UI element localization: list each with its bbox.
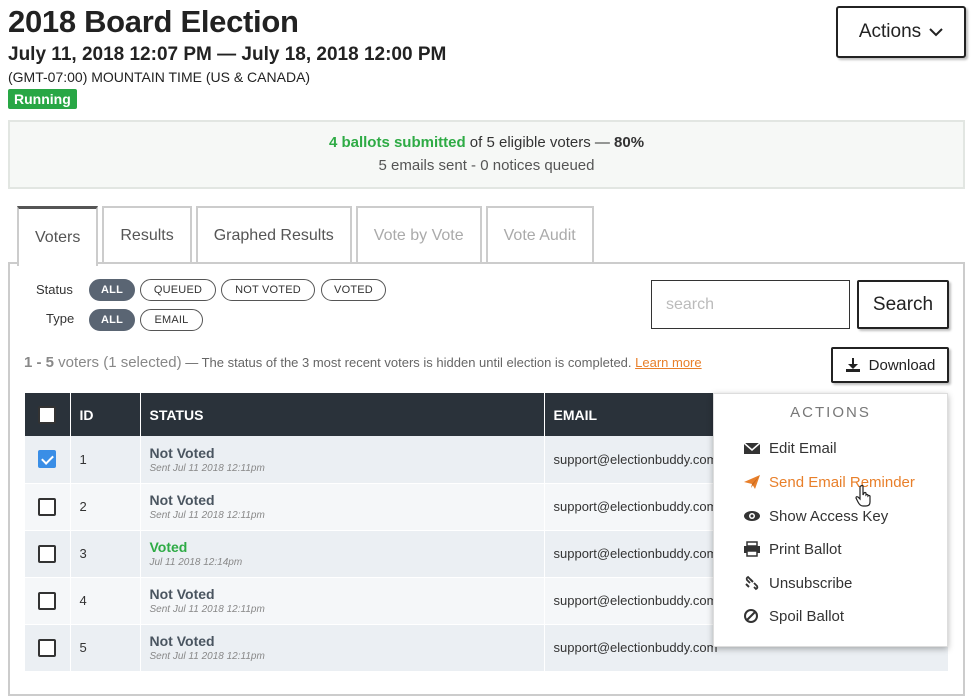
type-filter-email[interactable]: EMAIL: [140, 309, 203, 331]
search-input[interactable]: [651, 280, 850, 329]
download-icon: [845, 358, 860, 372]
hand-cursor-icon: [855, 484, 871, 507]
status-filter-all[interactable]: ALL: [89, 279, 135, 301]
menu-item-label: Edit Email: [769, 439, 837, 457]
eligible-voters: of 5 eligible voters —: [465, 134, 615, 151]
status-filter-voted[interactable]: VOTED: [321, 279, 386, 301]
status-filter-not-voted[interactable]: NOT VOTED: [221, 279, 315, 301]
download-button[interactable]: Download: [831, 347, 949, 383]
chevron-down-icon: [929, 28, 943, 37]
printer-icon: [744, 541, 760, 557]
tab-vote-by-vote: Vote by Vote: [355, 206, 482, 264]
tab-results[interactable]: Results: [102, 206, 192, 264]
voter-range: 1 - 5: [24, 354, 55, 371]
actions-dropdown-menu: ACTIONS Edit Email Send Email Reminder S…: [713, 393, 948, 647]
status-filter-label: Status: [36, 282, 73, 297]
type-filter-all[interactable]: ALL: [89, 309, 135, 331]
row-checkbox[interactable]: [38, 638, 57, 657]
type-filter-label: Type: [46, 311, 75, 326]
voter-id: 1: [70, 436, 141, 484]
voter-status-date: Jul 11 2018 12:14pm: [149, 557, 243, 568]
tab-bar: Voters Results Graphed Results Vote by V…: [17, 206, 598, 266]
ballot-summary: 4 ballots submitted of 5 eligible voters…: [8, 120, 965, 189]
voter-count: voters (1 selected): [54, 354, 182, 371]
voter-status-date: Sent Jul 11 2018 12:11pm: [149, 510, 265, 521]
paper-plane-icon: [744, 475, 760, 489]
menu-item-label: Spoil Ballot: [769, 607, 845, 625]
search-button[interactable]: Search: [857, 280, 949, 329]
turnout-percent: 80%: [614, 134, 645, 151]
menu-item-send-email-reminder[interactable]: Send Email Reminder: [743, 470, 915, 494]
voter-status-date: Sent Jul 11 2018 12:11pm: [149, 462, 265, 474]
menu-item-label: Unsubscribe: [769, 574, 853, 592]
voter-id: 4: [70, 577, 141, 625]
voter-id: 2: [70, 483, 141, 531]
menu-item-edit-email[interactable]: Edit Email: [743, 436, 837, 460]
menu-item-spoil-ballot[interactable]: Spoil Ballot: [743, 604, 844, 628]
page-title: 2018 Board Election: [8, 4, 299, 39]
voter-status: Not Voted: [149, 492, 215, 508]
menu-item-unsubscribe[interactable]: Unsubscribe: [743, 571, 852, 595]
ballots-submitted: 4 ballots submitted: [328, 134, 466, 151]
voter-status: Voted: [149, 539, 188, 555]
row-checkbox[interactable]: [38, 450, 57, 469]
row-checkbox[interactable]: [38, 591, 57, 610]
voter-id: 5: [70, 624, 141, 672]
voter-status: Not Voted: [149, 586, 215, 602]
voter-id: 3: [70, 530, 141, 578]
election-timezone: (GMT-07:00) MOUNTAIN TIME (US & CANADA): [8, 69, 311, 85]
envelope-icon: [743, 442, 761, 454]
column-header-id[interactable]: ID: [70, 393, 141, 436]
menu-item-label: Print Ballot: [769, 540, 842, 558]
voter-status-date: Sent Jul 11 2018 12:11pm: [149, 651, 265, 662]
select-all-checkbox[interactable]: [38, 405, 57, 424]
menu-item-label: Send Email Reminder: [769, 473, 915, 491]
ban-icon: [744, 609, 758, 623]
hidden-status-note: — The status of the 3 most recent voters…: [181, 355, 636, 370]
actions-button-label: Actions: [858, 21, 922, 42]
menu-item-label: Show Access Key: [769, 507, 889, 525]
download-label: Download: [868, 356, 936, 374]
email-stats: 5 emails sent - 0 notices queued: [378, 157, 595, 174]
status-filter-queued[interactable]: QUEUED: [140, 279, 216, 301]
tab-voters[interactable]: Voters: [17, 206, 99, 266]
unlink-icon: [745, 575, 759, 591]
voter-status: Not Voted: [149, 633, 215, 649]
menu-item-print-ballot[interactable]: Print Ballot: [743, 537, 842, 561]
row-checkbox[interactable]: [38, 544, 57, 563]
election-date-range: July 11, 2018 12:07 PM — July 18, 2018 1…: [8, 44, 447, 65]
voter-count-line: 1 - 5 voters (1 selected) — The status o…: [24, 354, 702, 371]
status-badge: Running: [8, 89, 77, 109]
column-header-status[interactable]: STATUS: [140, 393, 545, 436]
tab-vote-audit: Vote Audit: [485, 206, 594, 264]
tab-graphed-results[interactable]: Graphed Results: [195, 206, 352, 264]
actions-menu-header: ACTIONS: [790, 404, 871, 421]
actions-button[interactable]: Actions: [836, 6, 966, 58]
row-checkbox[interactable]: [38, 497, 57, 516]
learn-more-link[interactable]: Learn more: [635, 355, 701, 370]
voter-status: Not Voted: [149, 444, 215, 461]
voter-status-date: Sent Jul 11 2018 12:11pm: [149, 604, 265, 615]
eye-icon: [744, 511, 760, 521]
select-all-cell: [25, 393, 71, 436]
